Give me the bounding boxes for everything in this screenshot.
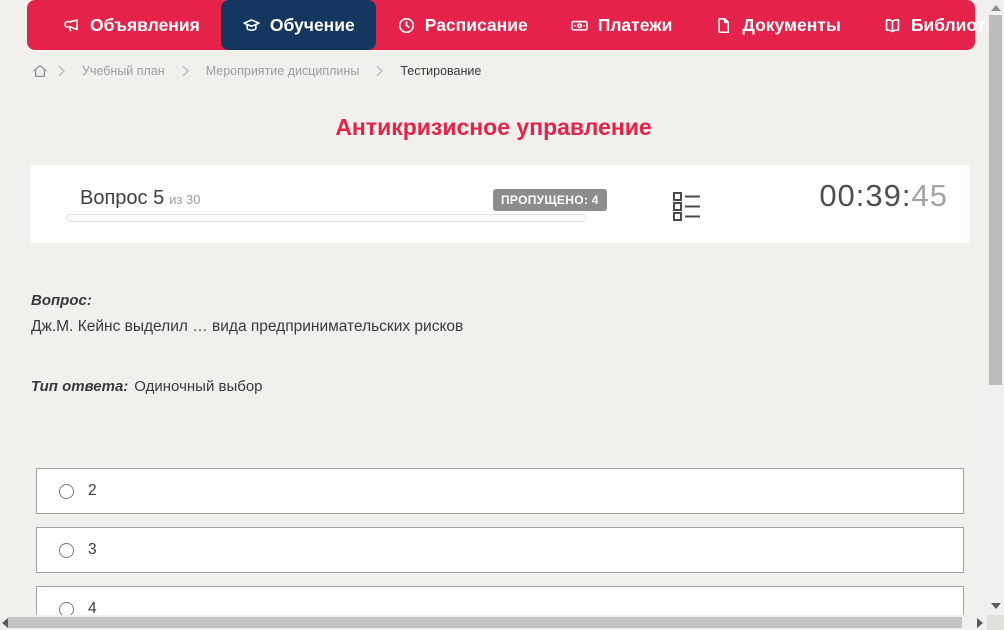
breadcrumb-chevron-icon <box>181 65 190 77</box>
timer-seconds: 45 <box>912 178 948 213</box>
question-list-button[interactable] <box>670 188 706 224</box>
nav-label: Объявления <box>90 15 200 36</box>
radio-button[interactable] <box>59 543 74 558</box>
question-progress-bar <box>66 214 586 222</box>
nav-item-schedule[interactable]: Расписание <box>376 0 549 50</box>
breadcrumb: Учебный план Мероприятие дисциплины Тест… <box>32 63 481 79</box>
scroll-right-arrow-icon[interactable] <box>977 618 983 628</box>
question-total-label: из 30 <box>169 192 200 207</box>
clock-icon <box>397 16 416 35</box>
vertical-scrollbar-thumb[interactable] <box>989 15 1002 385</box>
horizontal-scrollbar-thumb[interactable] <box>8 617 962 628</box>
page-title: Антикризисное управление <box>0 114 987 141</box>
question-number: Вопрос 5 из 30 <box>80 187 201 210</box>
document-icon <box>714 16 733 35</box>
nav-item-announcements[interactable]: Объявления <box>41 0 221 50</box>
option-label: 2 <box>88 482 97 500</box>
graduation-cap-icon <box>242 16 261 35</box>
nav-item-documents[interactable]: Документы <box>693 0 861 50</box>
answer-type-label: Тип ответа: <box>31 378 128 395</box>
countdown-timer: 00:39:45 <box>819 178 948 214</box>
radio-button[interactable] <box>59 484 74 499</box>
answer-type-row: Тип ответа: Одиночный выбор <box>31 378 263 395</box>
nav-label: Обучение <box>270 15 355 36</box>
nav-label: Расписание <box>425 15 528 36</box>
answer-option-row[interactable]: 2 <box>36 468 964 514</box>
scroll-down-arrow-icon[interactable] <box>991 603 1001 609</box>
megaphone-icon <box>62 16 81 35</box>
book-icon <box>883 16 902 35</box>
app-viewport: Объявления Обучение Расписание Платежи <box>0 0 1004 630</box>
question-number-label: Вопрос 5 <box>80 187 164 209</box>
breadcrumb-item-discipline-event[interactable]: Мероприятие дисциплины <box>199 64 367 78</box>
option-label: 3 <box>88 541 97 559</box>
scrollbar-corner <box>987 615 1004 630</box>
main-navbar: Объявления Обучение Расписание Платежи <box>27 0 975 50</box>
nav-item-payments[interactable]: Платежи <box>549 0 694 50</box>
scroll-up-arrow-icon[interactable] <box>991 5 1001 11</box>
horizontal-scrollbar[interactable] <box>0 615 987 630</box>
nav-item-learning[interactable]: Обучение <box>221 0 376 50</box>
breadcrumb-chevron-icon <box>57 65 66 77</box>
question-list-icon <box>670 189 704 223</box>
question-label: Вопрос: <box>31 292 92 309</box>
breadcrumb-item-testing: Тестирование <box>393 64 481 78</box>
banknote-icon <box>570 16 589 35</box>
timer-hours-minutes: 00:39: <box>819 178 911 213</box>
breadcrumb-item-study-plan[interactable]: Учебный план <box>75 64 172 78</box>
nav-label: Документы <box>742 15 840 36</box>
answer-type-value: Одиночный выбор <box>134 378 262 395</box>
answer-options: 2 3 4 <box>36 468 964 630</box>
nav-label: Платежи <box>598 15 673 36</box>
breadcrumb-chevron-icon <box>375 65 384 77</box>
question-header-card: Вопрос 5 из 30 ПРОПУЩЕНО: 4 00:39:45 <box>30 165 970 243</box>
nav-item-library[interactable]: Библиотека <box>862 0 1004 50</box>
vertical-scrollbar[interactable] <box>987 0 1004 615</box>
answer-option-row[interactable]: 3 <box>36 527 964 573</box>
question-text: Дж.М. Кейнс выделил … вида предпринимате… <box>31 318 463 336</box>
skipped-badge: ПРОПУЩЕНО: 4 <box>493 189 607 211</box>
home-icon[interactable] <box>32 63 48 79</box>
